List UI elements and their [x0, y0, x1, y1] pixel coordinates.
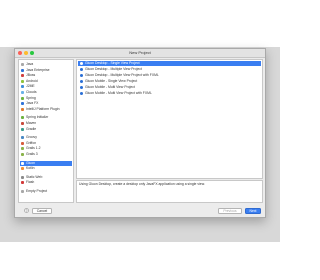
gluon-icon [80, 92, 83, 95]
java-ee-icon [21, 68, 24, 72]
gluon-icon [80, 62, 83, 65]
sidebar-item-label: Java FX [26, 101, 39, 106]
plugin-icon [21, 107, 24, 111]
android-icon [21, 79, 24, 83]
javafx-icon [21, 102, 24, 106]
sidebar-item-label: Spring [26, 95, 36, 100]
template-item[interactable]: Gluon Mobile - Single View Project [78, 79, 261, 84]
sidebar-item-label: J2ME [26, 84, 35, 89]
sidebar-item-label: Kotlin [26, 166, 35, 171]
sidebar-item-label: Flash [26, 180, 35, 185]
next-button[interactable]: Next [245, 208, 261, 214]
sidebar-item-label: Maven [26, 121, 37, 125]
template-item[interactable]: Gluon Desktop - Single View Project [78, 61, 261, 66]
folder-icon [21, 63, 24, 66]
sidebar-item[interactable]: Java Enterprise [20, 68, 72, 73]
previous-button[interactable]: Previous [218, 208, 242, 214]
j2me-icon [21, 85, 24, 89]
sidebar-item[interactable]: Clouds [20, 90, 72, 95]
jboss-icon [21, 74, 24, 78]
dialog-footer: ? Cancel Previous Next [15, 205, 265, 217]
cloud-icon [21, 91, 24, 94]
sidebar-item[interactable]: Spring Initializr [20, 115, 72, 120]
project-type-list: Java Java Enterprise JBoss Android J2ME Cloud… [18, 59, 74, 203]
template-description: Using Gluon Desktop, create a desktop on… [76, 180, 263, 203]
template-item[interactable]: Gluon Mobile - Multi View Project with F… [78, 91, 261, 96]
sidebar-item-label: Empty Project [26, 189, 48, 193]
sidebar-item[interactable]: Java [20, 62, 72, 67]
empty-project-icon [21, 190, 24, 193]
sidebar-item-label: Grails 3 [26, 152, 38, 156]
grails-icon [21, 147, 24, 151]
gluon-icon [80, 86, 83, 89]
sidebar-item-label: IntelliJ Platform Plugin [26, 106, 60, 111]
sidebar-item[interactable]: J2ME [20, 84, 72, 89]
sidebar-item[interactable]: Gluon [20, 160, 72, 166]
maven-icon [21, 122, 24, 125]
sidebar-item-label: Static Web [26, 174, 43, 179]
gradle-icon [21, 127, 24, 131]
sidebar-item-label: Android [26, 78, 38, 83]
sidebar-item-label: Java [26, 62, 34, 66]
sidebar-item[interactable]: Griffon [20, 141, 72, 146]
window-title: New Project [129, 50, 151, 55]
sidebar-item-label: Griffon [26, 140, 37, 145]
template-item-label: Gluon Mobile - Single View Project [85, 79, 138, 83]
sidebar-item[interactable]: Groovy [20, 135, 72, 140]
template-item[interactable]: Gluon Desktop - Multiple View Project wi… [78, 73, 261, 78]
title-bar: New Project [15, 49, 265, 58]
sidebar-item-label: Gluon [26, 160, 36, 165]
sidebar-item[interactable]: Java FX [20, 101, 72, 106]
flash-icon [21, 181, 24, 185]
sidebar-item[interactable]: IntelliJ Platform Plugin [20, 107, 72, 112]
gluon-icon [80, 68, 83, 71]
sidebar-item-label: Grails 1.2 [26, 146, 41, 151]
grails-icon [21, 153, 24, 156]
sidebar-item[interactable]: Grails 1.2 [20, 146, 72, 151]
sidebar-item-label: Gradle [26, 126, 37, 131]
sidebar-item[interactable]: Gradle [20, 127, 72, 132]
sidebar-item[interactable]: Empty Project [20, 189, 72, 194]
template-item-label: Gluon Desktop - Single View Project [85, 61, 140, 65]
sidebar-item[interactable]: Flash [20, 180, 72, 185]
sidebar-item-label: Spring Initializr [26, 115, 49, 120]
sidebar-item[interactable]: Maven [20, 121, 72, 126]
sidebar-item[interactable]: Kotlin [20, 166, 72, 171]
template-item-label: Gluon Desktop - Multiple View Project [85, 67, 142, 71]
sidebar-item[interactable]: Grails 3 [20, 152, 72, 157]
sidebar-item-label: Clouds [26, 90, 37, 94]
template-item-label: Gluon Mobile - Multi View Project with F… [85, 91, 152, 95]
template-item-label: Gluon Desktop - Multiple View Project wi… [85, 73, 159, 77]
sidebar-item[interactable]: Spring [20, 96, 72, 101]
sidebar-item-label: JBoss [26, 73, 36, 78]
gluon-icon [21, 161, 24, 165]
static-web-icon [21, 175, 24, 179]
sidebar-item[interactable]: Android [20, 79, 72, 84]
help-button[interactable]: ? [24, 208, 29, 213]
sidebar-item-label: Java Enterprise [26, 67, 50, 72]
template-list: Gluon Desktop - Single View Project Gluon… [76, 59, 263, 179]
template-item[interactable]: Gluon Mobile - Multi View Project [78, 85, 261, 90]
sidebar-item-label: Groovy [26, 135, 37, 140]
cancel-button[interactable]: Cancel [32, 208, 52, 214]
template-item[interactable]: Gluon Desktop - Multiple View Project [78, 67, 261, 72]
spring-icon [21, 96, 24, 100]
griffon-icon [21, 141, 24, 145]
kotlin-icon [21, 167, 24, 171]
groovy-icon [21, 136, 24, 140]
sidebar-item[interactable]: JBoss [20, 73, 72, 78]
new-project-dialog: New Project Java Java Enterprise JBoss Andr… [14, 48, 266, 218]
template-item-label: Gluon Mobile - Multi View Project [85, 85, 135, 89]
sidebar-item[interactable]: Static Web [20, 175, 72, 180]
gluon-icon [80, 80, 83, 83]
gluon-icon [80, 74, 83, 77]
spring-initializr-icon [21, 116, 24, 120]
